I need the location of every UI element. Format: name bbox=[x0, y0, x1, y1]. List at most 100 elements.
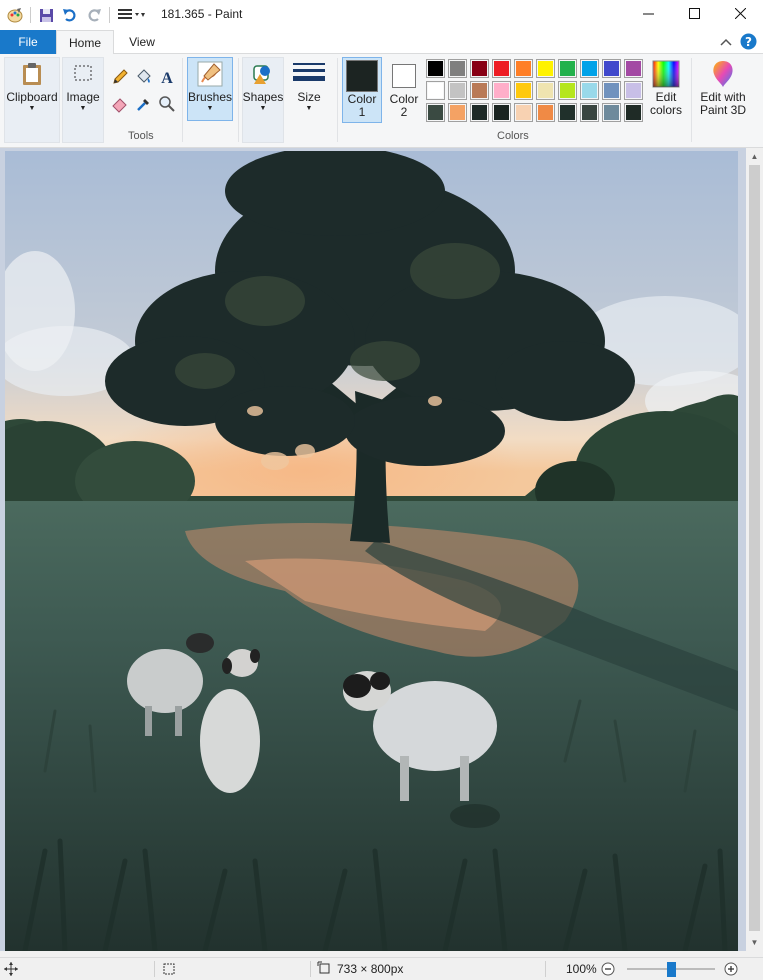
pencil-icon[interactable] bbox=[110, 67, 130, 87]
palette-swatch[interactable] bbox=[602, 81, 621, 100]
chevron-down-icon: ▼ bbox=[79, 105, 87, 112]
status-divider bbox=[545, 961, 546, 977]
cursor-position-icon bbox=[4, 958, 18, 980]
clipboard-icon bbox=[16, 57, 48, 91]
palette-swatch[interactable] bbox=[624, 59, 643, 78]
palette-swatch[interactable] bbox=[514, 81, 533, 100]
palette-swatch[interactable] bbox=[492, 81, 511, 100]
palette-swatch[interactable] bbox=[426, 103, 445, 122]
palette-swatch[interactable] bbox=[602, 103, 621, 122]
palette-swatch[interactable] bbox=[514, 103, 533, 122]
minimize-button[interactable] bbox=[625, 0, 671, 30]
close-icon bbox=[734, 7, 746, 22]
group-separator bbox=[691, 58, 692, 142]
palette-swatch[interactable] bbox=[536, 59, 555, 78]
color1-number: 1 bbox=[358, 105, 366, 119]
fill-bucket-icon[interactable] bbox=[134, 67, 154, 87]
color2-swatch bbox=[392, 64, 416, 88]
color-picker-icon[interactable] bbox=[134, 94, 154, 114]
status-bar: 733 × 800px 100% bbox=[0, 957, 763, 980]
palette-swatch[interactable] bbox=[448, 103, 467, 122]
maximize-button[interactable] bbox=[671, 0, 717, 30]
clipboard-button[interactable]: Clipboard ▼ bbox=[4, 57, 60, 114]
chevron-down-icon: ▼ bbox=[305, 105, 313, 112]
zoom-out-icon[interactable] bbox=[601, 958, 615, 980]
palette-swatch[interactable] bbox=[426, 81, 445, 100]
zoom-in-icon[interactable] bbox=[724, 958, 738, 980]
palette-swatch[interactable] bbox=[536, 103, 555, 122]
window-title: 181.365 - Paint bbox=[161, 7, 243, 21]
palette-swatch[interactable] bbox=[580, 103, 599, 122]
color1-swatch bbox=[346, 60, 378, 92]
chevron-down-icon: ▼ bbox=[259, 105, 267, 112]
scroll-up-icon[interactable]: ▲ bbox=[746, 148, 763, 165]
palette-swatch[interactable] bbox=[602, 59, 621, 78]
palette-swatch[interactable] bbox=[492, 59, 511, 78]
paint-app-icon[interactable] bbox=[6, 6, 24, 24]
palette-swatch[interactable] bbox=[558, 59, 577, 78]
close-button[interactable] bbox=[717, 0, 763, 30]
zoom-level-text: 100% bbox=[566, 962, 597, 976]
tab-view[interactable]: View bbox=[114, 30, 170, 54]
save-icon[interactable] bbox=[37, 6, 55, 24]
color-spectrum-icon bbox=[650, 57, 682, 91]
palette-swatch[interactable] bbox=[470, 59, 489, 78]
palette-swatch[interactable] bbox=[536, 81, 555, 100]
scroll-down-icon[interactable]: ▼ bbox=[746, 934, 763, 951]
shapes-label: Shapes bbox=[242, 90, 284, 104]
line-size-icon bbox=[293, 57, 325, 91]
brushes-button[interactable]: Brushes ▼ bbox=[187, 57, 233, 114]
shapes-button[interactable]: Shapes ▼ bbox=[242, 57, 284, 114]
title-bar: 181.365 - Paint bbox=[0, 0, 763, 30]
undo-icon[interactable] bbox=[61, 6, 79, 24]
image-size-text: 733 × 800px bbox=[337, 962, 404, 976]
canvas-workspace bbox=[0, 148, 746, 951]
image-button[interactable]: Image ▼ bbox=[62, 57, 104, 114]
palette-swatch[interactable] bbox=[624, 103, 643, 122]
palette-swatch[interactable] bbox=[426, 59, 445, 78]
tools-group-label: Tools bbox=[128, 130, 154, 142]
palette-swatch[interactable] bbox=[514, 59, 533, 78]
paint3d-label-2: Paint 3D bbox=[699, 103, 747, 117]
brushes-label: Brushes bbox=[187, 90, 233, 104]
selection-size-icon bbox=[162, 958, 176, 980]
color2-button[interactable]: Color 2 bbox=[386, 57, 422, 119]
select-icon bbox=[67, 57, 99, 91]
size-button[interactable]: Size ▼ bbox=[288, 57, 330, 114]
shapes-icon bbox=[247, 57, 279, 91]
palette-swatch[interactable] bbox=[580, 81, 599, 100]
palette-swatch[interactable] bbox=[448, 81, 467, 100]
brush-icon bbox=[194, 57, 226, 91]
status-divider bbox=[310, 961, 311, 977]
image-label: Image bbox=[66, 90, 100, 104]
palette-swatch[interactable] bbox=[470, 103, 489, 122]
palette-swatch[interactable] bbox=[558, 103, 577, 122]
palette-swatch[interactable] bbox=[624, 81, 643, 100]
tab-home[interactable]: Home bbox=[56, 30, 114, 55]
help-icon[interactable]: ? bbox=[740, 33, 757, 53]
eraser-icon[interactable] bbox=[110, 94, 130, 114]
scroll-thumb[interactable] bbox=[749, 165, 760, 931]
palette-swatch[interactable] bbox=[558, 81, 577, 100]
drawing-canvas[interactable] bbox=[5, 151, 738, 951]
redo-icon[interactable] bbox=[85, 6, 103, 24]
collapse-ribbon-icon[interactable] bbox=[720, 36, 732, 50]
edit-with-paint3d-button[interactable]: Edit with Paint 3D bbox=[694, 57, 752, 117]
palette-swatch[interactable] bbox=[470, 81, 489, 100]
group-separator bbox=[238, 58, 239, 142]
palette-swatch[interactable] bbox=[492, 103, 511, 122]
customize-icon[interactable] bbox=[116, 6, 146, 24]
color1-button[interactable]: Color 1 bbox=[342, 57, 382, 119]
tab-file[interactable]: File bbox=[0, 30, 56, 54]
qat-separator bbox=[109, 7, 110, 23]
maximize-icon bbox=[688, 8, 700, 22]
palette-swatch[interactable] bbox=[580, 59, 599, 78]
paint3d-icon bbox=[707, 57, 739, 91]
text-tool-icon[interactable]: A bbox=[157, 67, 177, 87]
zoom-slider-thumb[interactable] bbox=[666, 962, 676, 977]
magnifier-icon[interactable] bbox=[157, 94, 177, 114]
edit-colors-button[interactable]: Edit colors bbox=[645, 57, 687, 117]
clipboard-label: Clipboard bbox=[6, 90, 58, 104]
palette-swatch[interactable] bbox=[448, 59, 467, 78]
vertical-scrollbar[interactable]: ▲ ▼ bbox=[746, 148, 763, 951]
